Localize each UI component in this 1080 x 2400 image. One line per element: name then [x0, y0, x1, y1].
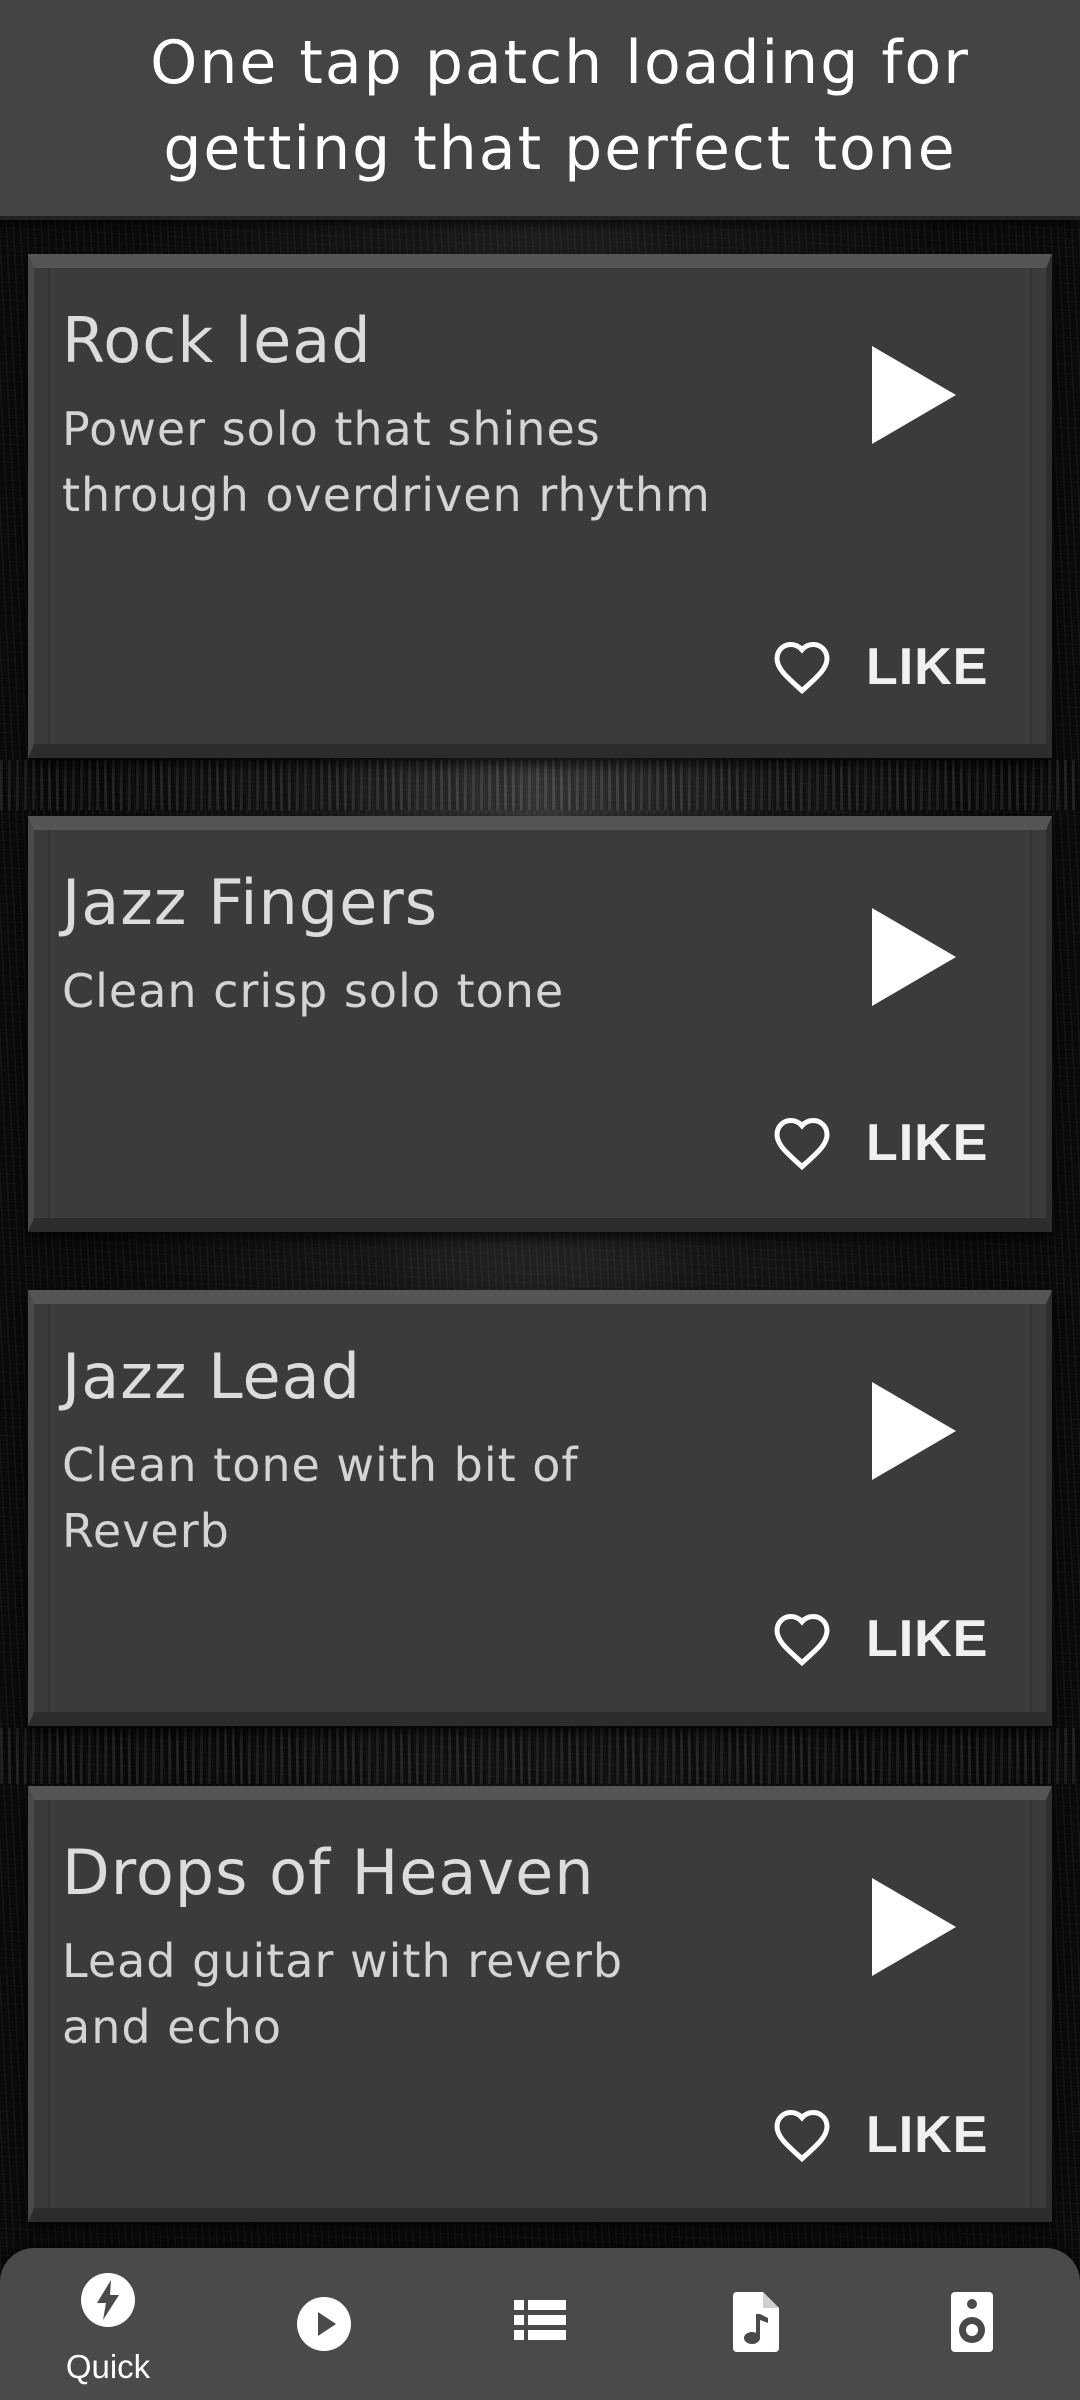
patch-description: Power solo that shines through overdrive… — [62, 402, 711, 522]
play-button[interactable] — [864, 340, 964, 450]
nav-item-music-file[interactable] — [648, 2248, 864, 2400]
nav-item-play[interactable] — [216, 2248, 432, 2400]
nav-item-speaker[interactable] — [864, 2248, 1080, 2400]
patch-title: Drops of Heaven — [62, 1836, 595, 1909]
patch-title: Jazz Lead — [62, 1340, 362, 1413]
nav-item-list[interactable] — [432, 2248, 648, 2400]
nav-item-quick[interactable]: Quick — [0, 2248, 216, 2400]
like-button[interactable]: LIKE — [772, 1108, 988, 1178]
bottom-navigation: Quick — [0, 2248, 1080, 2400]
like-button[interactable]: LIKE — [772, 1604, 988, 1674]
like-button[interactable]: LIKE — [772, 632, 988, 702]
like-label: LIKE — [866, 638, 989, 696]
heart-icon — [774, 2109, 830, 2163]
like-label: LIKE — [866, 1610, 989, 1668]
patch-description: Clean tone with bit of Reverb — [62, 1438, 579, 1558]
page-title-line-1: One tap patch loading for — [150, 28, 970, 98]
speaker-icon — [951, 2292, 993, 2352]
music-file-icon — [733, 2292, 779, 2352]
play-button[interactable] — [864, 1872, 964, 1982]
play-icon — [872, 1878, 956, 1976]
patch-card: Jazz Lead Clean tone with bit of Reverb … — [28, 1290, 1052, 1726]
play-button[interactable] — [864, 1376, 964, 1486]
heart-icon — [774, 1613, 830, 1667]
play-icon — [872, 346, 956, 444]
patch-description: Lead guitar with reverb and echo — [62, 1934, 624, 2054]
play-circle-icon — [297, 2297, 351, 2351]
page-title: One tap patch loading for getting that p… — [110, 20, 970, 192]
like-button[interactable]: LIKE — [772, 2100, 988, 2170]
patch-description: Clean crisp solo tone — [62, 964, 565, 1018]
like-label: LIKE — [866, 1114, 989, 1172]
heart-icon — [774, 641, 830, 695]
background-streak — [0, 760, 1080, 810]
page-title-line-2: getting that perfect tone — [163, 114, 957, 184]
play-icon — [872, 908, 956, 1006]
patch-title: Jazz Fingers — [62, 866, 439, 939]
bolt-icon — [81, 2273, 135, 2327]
nav-label: Quick — [65, 2348, 151, 2385]
background-streak — [0, 1728, 1080, 1784]
header: One tap patch loading for getting that p… — [0, 0, 1080, 220]
list-icon — [514, 2300, 566, 2340]
patch-card: Drops of Heaven Lead guitar with reverb … — [28, 1786, 1052, 2222]
play-icon — [872, 1382, 956, 1480]
like-label: LIKE — [866, 2106, 989, 2164]
patch-title: Rock lead — [62, 304, 372, 377]
patch-card: Rock lead Power solo that shines through… — [28, 254, 1052, 758]
patch-card: Jazz Fingers Clean crisp solo tone LIKE — [28, 816, 1052, 1232]
play-button[interactable] — [864, 902, 964, 1012]
heart-icon — [774, 1117, 830, 1171]
